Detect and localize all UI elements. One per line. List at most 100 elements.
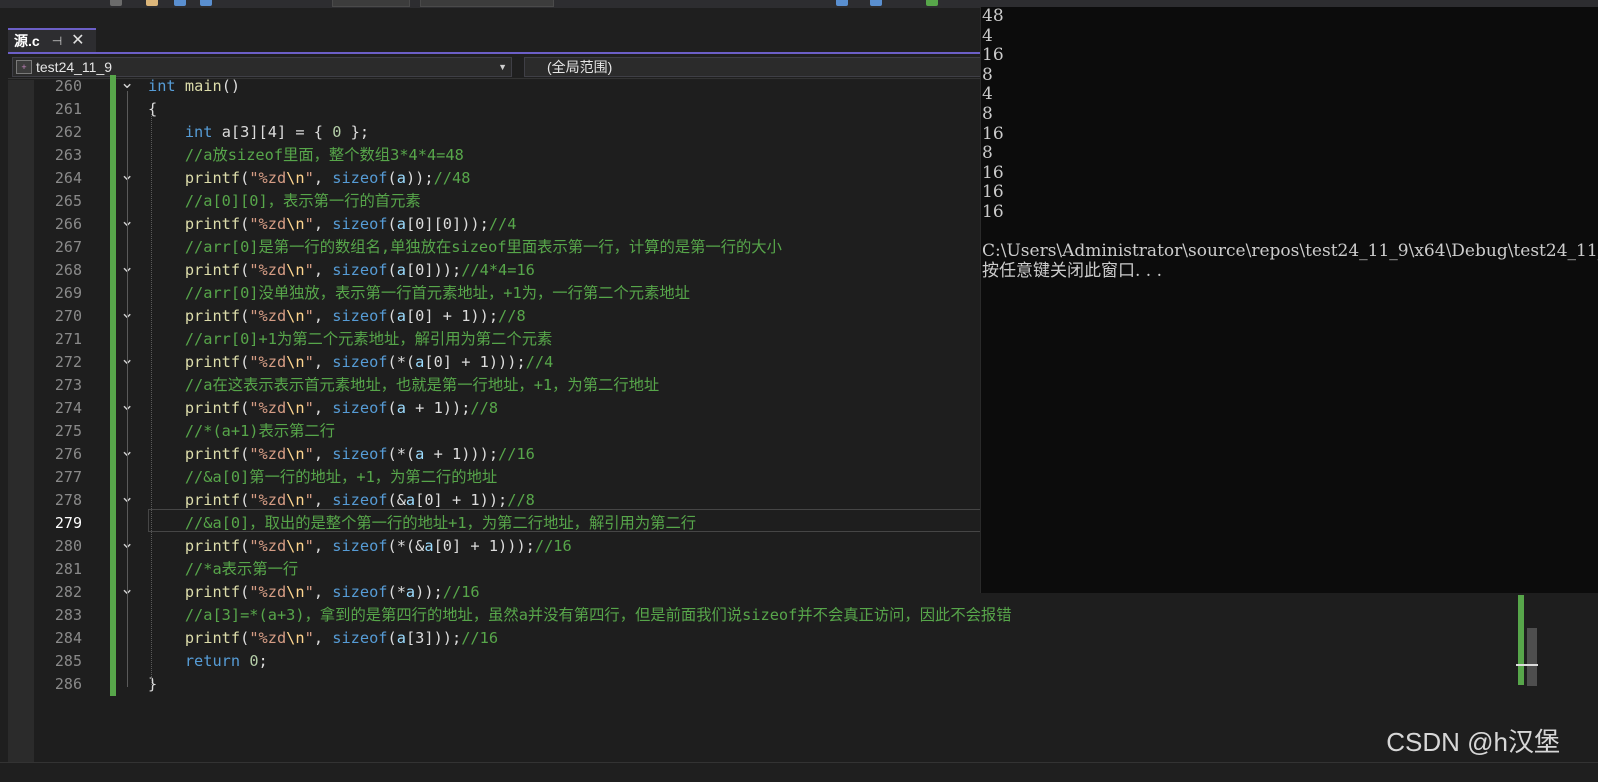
change-indicator	[110, 144, 116, 167]
code-token: //*(a+1)表示第二行	[184, 422, 336, 440]
change-indicator	[110, 650, 116, 673]
pin-icon[interactable]: ⊣	[52, 34, 62, 48]
code-token: ,	[313, 537, 333, 555]
change-indicator	[110, 512, 116, 535]
console-exit-path: C:\Users\Administrator\source\repos\test…	[982, 241, 1598, 261]
code-text: //&a[0]第一行的地址，+1，为第二行的地址	[148, 466, 497, 489]
code-text: printf("%zd\n", sizeof(*(a[0] + 1)));//4	[148, 351, 553, 374]
change-indicator	[110, 213, 116, 236]
chevron-down-icon[interactable]: ▼	[498, 62, 507, 72]
code-text: //a[0][0]，表示第一行的首元素	[148, 190, 421, 213]
code-token: ));	[415, 583, 443, 601]
code-token: [0] + 1));	[405, 307, 499, 325]
code-token: (	[240, 307, 250, 325]
toolbar-config-combo[interactable]	[332, 0, 410, 7]
code-text: printf("%zd\n", sizeof(a[0] + 1));//8	[148, 305, 526, 328]
toolbar-icon[interactable]	[200, 0, 212, 6]
code-token: + 1)));	[424, 445, 499, 463]
change-indicator	[110, 466, 116, 489]
code-token: "	[304, 629, 314, 647]
close-icon[interactable]: ✕	[71, 33, 84, 49]
toolbar-icon[interactable]	[146, 0, 158, 6]
code-token: "	[304, 261, 314, 279]
code-token: ,	[313, 261, 333, 279]
code-token: (	[387, 307, 397, 325]
line-number: 277	[54, 468, 82, 486]
change-indicator	[110, 328, 116, 351]
code-line[interactable]: 283 //a[3]=*(a+3)，拿到的是第四行的地址，虽然a并没有第四行，但…	[8, 604, 1598, 627]
code-token: ,	[313, 215, 333, 233]
line-number: 282	[54, 583, 82, 601]
line-number: 268	[54, 261, 82, 279]
code-token: //16	[498, 445, 535, 463]
code-token: printf	[184, 169, 241, 187]
code-token: //4*4=16	[461, 261, 535, 279]
code-line[interactable]: 286}	[8, 673, 1598, 696]
line-number: 274	[54, 399, 82, 417]
code-token: }	[148, 675, 158, 693]
scrollbar-thumb[interactable]	[1527, 628, 1537, 686]
code-token: (	[387, 169, 397, 187]
code-token: sizeof	[332, 399, 388, 417]
toolbar-icon[interactable]	[174, 0, 186, 6]
document-tab-strip: 源.c ⊣ ✕	[0, 8, 1000, 54]
code-line[interactable]: 284 printf("%zd\n", sizeof(a[3]));//16	[8, 627, 1598, 650]
code-token: sizeof	[332, 169, 388, 187]
console-line: 48	[982, 7, 1004, 26]
change-indicator	[110, 98, 116, 121]
console-window[interactable]: 48 4 16 8 4 8 16 8 16 16 16 C:\Users\Administrator…	[980, 7, 1598, 593]
toolbar-icon[interactable]	[836, 0, 848, 6]
line-number: 276	[54, 445, 82, 463]
code-token: sizeof	[332, 491, 388, 509]
code-token: //48	[433, 169, 471, 187]
toolbar-platform-combo[interactable]	[420, 0, 554, 7]
code-text: //arr[0]+1为第二个元素地址，解引用为第二个元素	[148, 328, 552, 351]
code-token: "%zd	[249, 169, 287, 187]
code-token: sizeof	[332, 445, 388, 463]
tab-source-file[interactable]: 源.c ⊣ ✕	[8, 28, 96, 52]
code-text: printf("%zd\n", sizeof(*(&a[0] + 1)));//…	[148, 535, 572, 558]
console-line: 4	[982, 25, 993, 46]
code-token: \n	[286, 629, 305, 647]
code-token: a	[424, 537, 434, 555]
code-token: \n	[286, 445, 305, 463]
scope-dropdown[interactable]: (全局范围)	[524, 57, 1000, 77]
console-line: 16	[982, 162, 1004, 183]
fold-outline	[127, 91, 128, 687]
code-token: (	[240, 353, 250, 371]
code-token: sizeof	[332, 629, 388, 647]
tab-accent-line	[8, 52, 1000, 54]
console-output: 48 4 16 8 4 8 16 8 16 16 16	[982, 7, 1004, 223]
change-indicator	[110, 397, 116, 420]
toolbar-icon[interactable]	[110, 0, 122, 6]
line-number: 263	[54, 146, 82, 164]
code-token: //4	[488, 215, 517, 233]
code-text: printf("%zd\n", sizeof(a));//48	[148, 167, 471, 190]
code-token: [0] + 1)));	[424, 353, 526, 371]
code-token: sizeof	[332, 215, 388, 233]
code-token: printf	[184, 399, 241, 417]
code-token: [0] + 1)));	[433, 537, 535, 555]
code-token: printf	[184, 491, 241, 509]
change-indicator	[110, 443, 116, 466]
code-token: a	[396, 399, 406, 417]
toolbar-icon[interactable]	[926, 0, 938, 6]
line-number: 265	[54, 192, 82, 210]
toolbar-icon[interactable]	[870, 0, 882, 6]
line-number: 272	[54, 353, 82, 371]
code-token: //8	[498, 307, 526, 325]
code-token: (	[240, 629, 250, 647]
code-line[interactable]: 285 return 0;	[8, 650, 1598, 673]
project-dropdown[interactable]: + test24_11_9 ▼	[12, 57, 512, 77]
line-number: 275	[54, 422, 82, 440]
code-token: //*a表示第一行	[184, 560, 299, 578]
code-token: //16	[534, 537, 572, 555]
line-number: 278	[54, 491, 82, 509]
